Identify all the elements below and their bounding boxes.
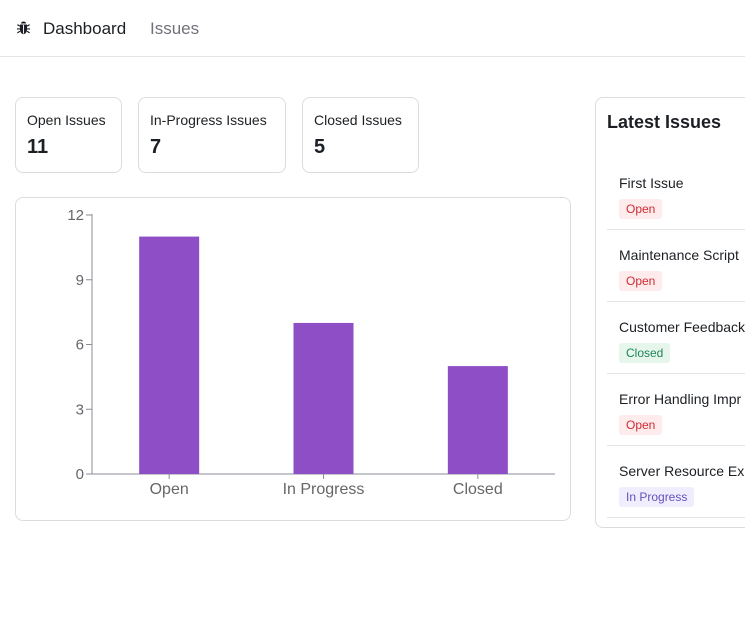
issue-list-item[interactable]: First Issue Open bbox=[607, 158, 745, 230]
bar-open bbox=[139, 236, 200, 474]
issue-title-link[interactable]: Server Resource Ex bbox=[619, 462, 744, 480]
summary-card-label: In-Progress Issues bbox=[150, 112, 267, 128]
issue-title-link[interactable]: First Issue bbox=[619, 174, 684, 192]
issue-list-item[interactable]: Error Handling Impr Open bbox=[607, 374, 745, 446]
issue-list-item[interactable]: Customer Feedback Closed bbox=[607, 302, 745, 374]
nav-link-dashboard[interactable]: Dashboard bbox=[43, 19, 126, 39]
issue-status-badge: Open bbox=[619, 271, 663, 291]
summary-card-open: Open Issues 11 bbox=[15, 97, 122, 173]
nav-link-issues[interactable]: Issues bbox=[150, 19, 199, 39]
latest-issues-panel: Latest Issues First Issue Open Maintenan… bbox=[595, 97, 745, 528]
x-tick-label: In Progress bbox=[283, 481, 365, 498]
issue-status-badge: Open bbox=[619, 199, 663, 219]
y-tick-label: 9 bbox=[76, 272, 84, 289]
issue-status-badge: Closed bbox=[619, 343, 671, 363]
issue-title-link[interactable]: Error Handling Impr bbox=[619, 390, 741, 408]
y-tick-label: 6 bbox=[76, 337, 84, 354]
top-navbar: Dashboard Issues bbox=[0, 0, 745, 57]
bug-icon[interactable] bbox=[16, 20, 31, 36]
bar-in-progress bbox=[293, 322, 354, 474]
summary-card-label: Open Issues bbox=[27, 112, 106, 128]
summary-card-value: 5 bbox=[314, 136, 326, 158]
issue-status-badge: Open bbox=[619, 415, 663, 435]
y-tick-label: 12 bbox=[67, 207, 84, 224]
bar-chart: 0 3 6 9 12 Open In Progress Closed bbox=[67, 207, 555, 498]
x-tick-label: Open bbox=[150, 481, 189, 498]
issue-title-link[interactable]: Customer Feedback bbox=[619, 318, 745, 336]
issue-title-link[interactable]: Maintenance Script bbox=[619, 246, 739, 264]
y-tick-label: 3 bbox=[76, 401, 84, 418]
summary-card-value: 7 bbox=[150, 136, 162, 158]
issue-status-chart: 0 3 6 9 12 Open In Progress Closed bbox=[15, 197, 571, 521]
summary-card-in-progress: In-Progress Issues 7 bbox=[138, 97, 286, 173]
issue-list-item[interactable]: Maintenance Script Open bbox=[607, 230, 745, 302]
x-tick-label: Closed bbox=[453, 481, 503, 498]
y-tick-label: 0 bbox=[76, 466, 84, 483]
summary-card-label: Closed Issues bbox=[314, 112, 402, 128]
summary-card-value: 11 bbox=[27, 136, 49, 158]
issue-list-item[interactable]: Server Resource Ex In Progress bbox=[607, 446, 745, 518]
issue-status-badge: In Progress bbox=[619, 487, 695, 507]
bar-closed bbox=[447, 366, 508, 474]
latest-issues-title: Latest Issues bbox=[607, 112, 722, 132]
summary-card-closed: Closed Issues 5 bbox=[302, 97, 419, 173]
